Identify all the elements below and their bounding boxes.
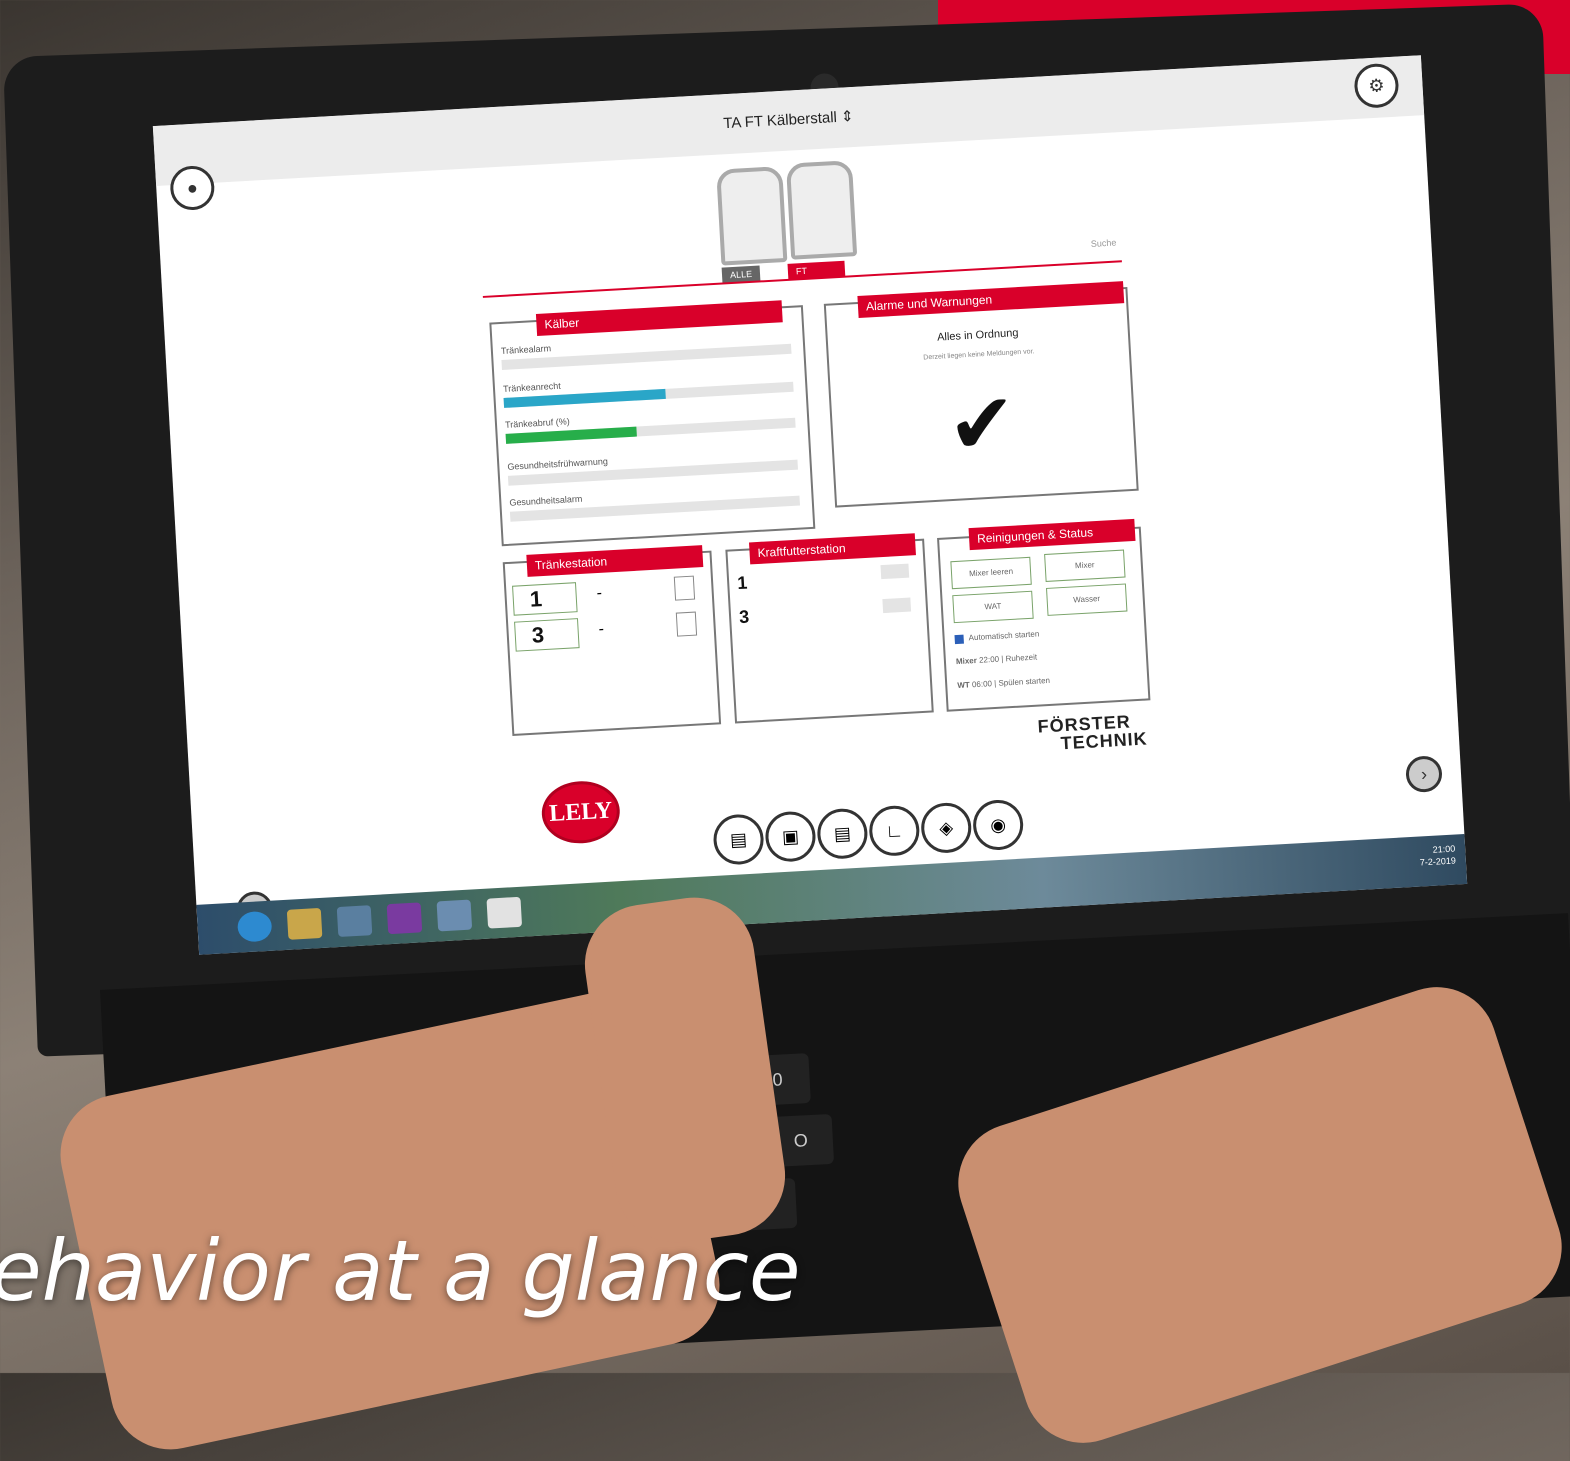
calves-panel-title: Kälber xyxy=(535,300,783,336)
feed-nav-icon[interactable]: ◈ xyxy=(919,801,973,855)
lely-logo: LELY xyxy=(540,779,622,846)
calves-panel: Kälber Tränkealarm Tränkeanrecht Tränkea… xyxy=(489,300,816,547)
station-value: - xyxy=(598,620,605,638)
status-title: WT xyxy=(957,680,970,691)
app-icon[interactable] xyxy=(436,899,473,932)
auto-start-label: Automatisch starten xyxy=(968,629,1040,643)
explorer-icon[interactable] xyxy=(286,907,323,940)
station-number: 1 xyxy=(529,586,543,612)
clock-date: 7-2-2019 xyxy=(1419,855,1457,868)
onenote-icon[interactable] xyxy=(386,902,423,935)
drink-station-panel: Tränkestation 1 - 3 - xyxy=(502,545,722,736)
feed-station-number[interactable]: 1 xyxy=(737,573,748,595)
machine-nav-icon[interactable]: ▤ xyxy=(712,813,765,866)
alarms-panel-title: Alarme und Warnungen xyxy=(857,281,1125,318)
mixer-status: Mixer 22:00 | Ruhezeit xyxy=(956,653,1038,667)
cleaning-panel-title: Reinigungen & Status xyxy=(968,518,1136,551)
user-icon[interactable]: ● xyxy=(169,164,216,212)
mixer-button[interactable]: Mixer xyxy=(1044,549,1126,582)
feed-bar xyxy=(882,597,912,614)
row-label: Gesundheitsfrühwarnung xyxy=(507,456,609,472)
chevron-right-icon[interactable]: › xyxy=(1405,755,1443,794)
row-label: Gesundheitsalarm xyxy=(509,493,583,508)
wat-button[interactable]: WAT xyxy=(952,590,1034,624)
report-nav-icon[interactable]: ▣ xyxy=(764,810,817,863)
chrome-icon[interactable] xyxy=(486,896,523,929)
station-box[interactable]: 1 xyxy=(512,582,578,616)
calf-nav-icon[interactable]: ◉ xyxy=(971,798,1025,852)
drink-station-title: Tränkestation xyxy=(526,545,704,577)
auto-start-checkbox[interactable] xyxy=(954,634,964,645)
water-button[interactable]: Wasser xyxy=(1045,583,1128,616)
row-label: Tränkeabruf (%) xyxy=(504,416,570,430)
wt-status: WT 06:00 | Spülen starten xyxy=(957,676,1050,690)
feed-station-title: Kraftfutterstation xyxy=(748,533,916,565)
caption: ehavior at a glance xyxy=(0,1222,801,1320)
station-box[interactable]: 3 xyxy=(514,618,580,652)
status-text: 06:00 | Spülen starten xyxy=(971,675,1051,690)
alarms-panel: Alarme und Warnungen Alles in Ordnung De… xyxy=(823,281,1139,508)
row-label: Tränkealarm xyxy=(500,343,552,357)
station-number: 3 xyxy=(531,622,545,648)
search-label[interactable]: Suche xyxy=(1091,237,1117,248)
app-screen: ● TA FT Kälberstall ⇕ ⚙ ALLE FT Kälberst… xyxy=(152,55,1468,955)
start-button-icon[interactable] xyxy=(236,910,273,943)
feed-station-panel: Kraftfutterstation 1 3 xyxy=(725,533,934,724)
feed-bar xyxy=(880,563,910,580)
document-nav-icon[interactable]: ▤ xyxy=(816,807,869,861)
chart-nav-icon[interactable]: ∟ xyxy=(867,804,921,858)
empty-mixer-button[interactable]: Mixer leeren xyxy=(950,556,1032,590)
machine-ft-icon[interactable] xyxy=(785,160,858,260)
station-value: - xyxy=(596,584,603,603)
status-text: 22:00 | Ruhezeit xyxy=(978,652,1038,665)
system-clock[interactable]: 21:00 7-2-2019 xyxy=(1419,843,1457,869)
settings-icon[interactable]: ⚙ xyxy=(1353,62,1400,109)
drink-call-fill xyxy=(505,426,637,444)
row-label: Tränkeanrecht xyxy=(502,380,561,394)
cleaning-panel: Reinigungen & Status Mixer leeren Mixer … xyxy=(937,518,1151,712)
status-title: Mixer xyxy=(955,655,978,667)
machine-all-icon[interactable] xyxy=(716,166,788,266)
app-icon[interactable] xyxy=(336,905,373,938)
feed-station-number[interactable]: 3 xyxy=(739,607,750,629)
document-icon[interactable] xyxy=(675,611,698,637)
document-icon[interactable] xyxy=(673,575,696,601)
checkmark-icon: ✔ xyxy=(945,377,1019,473)
foerster-technik-logo: FÖRSTER TECHNIK xyxy=(1037,711,1148,754)
